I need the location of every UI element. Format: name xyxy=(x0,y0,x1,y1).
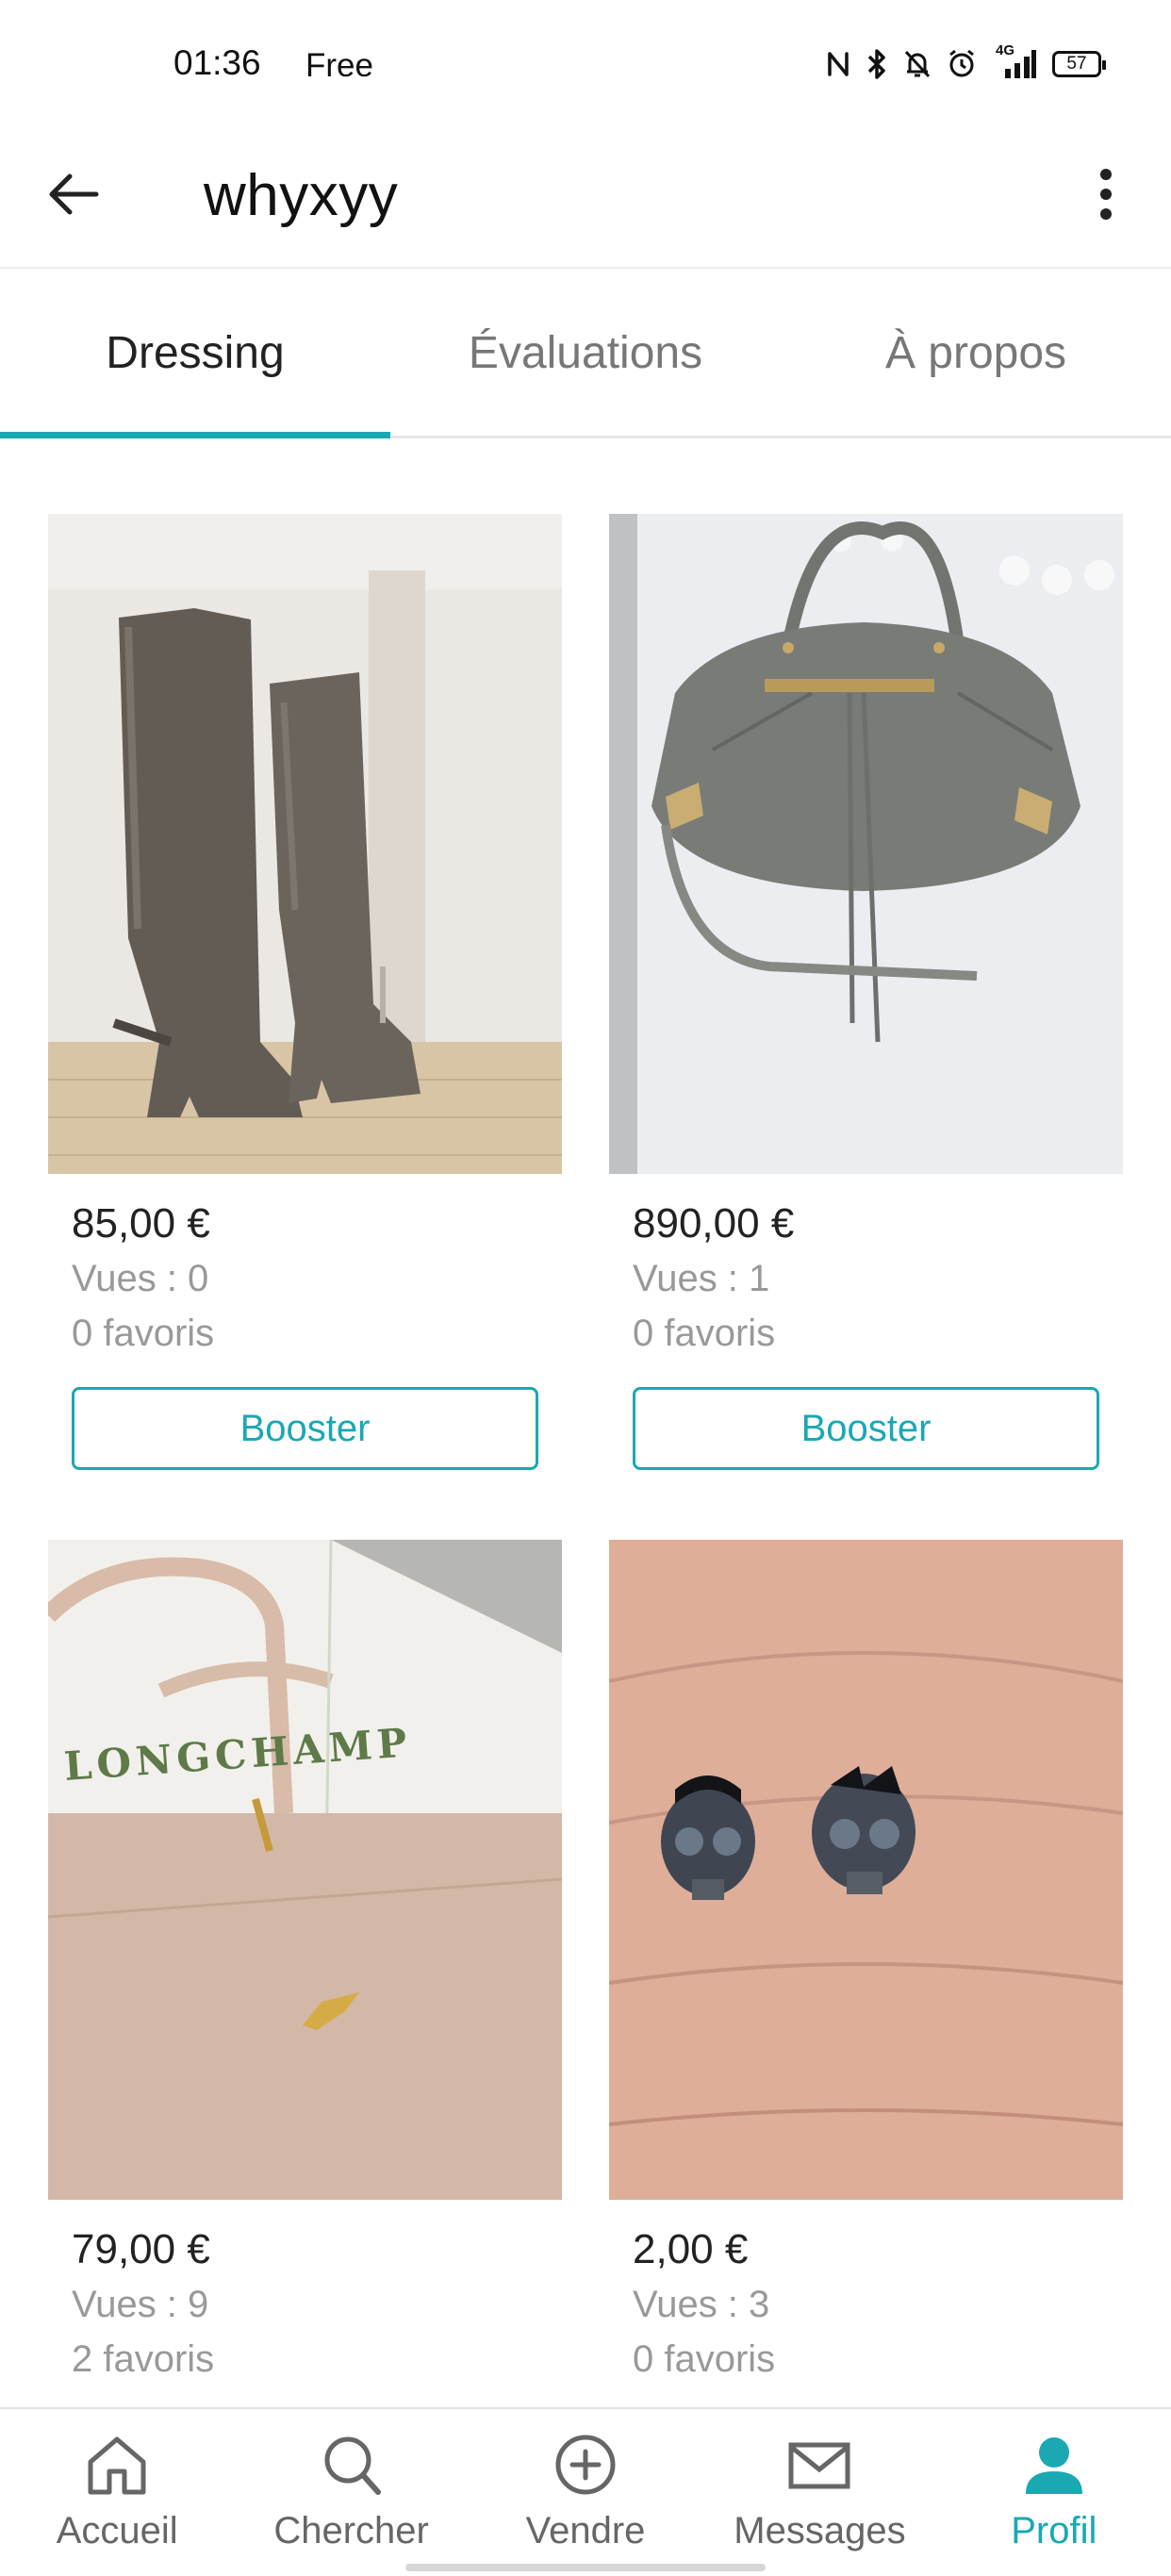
back-button[interactable] xyxy=(36,158,111,234)
tab-dressing[interactable]: Dressing xyxy=(0,271,390,438)
more-vertical-icon xyxy=(1099,168,1113,225)
bottom-navigation: Accueil Chercher Vendre Messages Profil xyxy=(0,2407,1171,2576)
battery-level: 57 xyxy=(1066,54,1087,74)
plus-circle-icon xyxy=(552,2434,619,2501)
item-favorites: 2 favoris xyxy=(72,2338,215,2380)
page-title: whyxyy xyxy=(204,163,399,228)
alarm-icon xyxy=(947,49,977,79)
status-time: 01:36 xyxy=(173,43,261,82)
item-price: 79,00 € xyxy=(72,2226,210,2272)
item-grid: 85,00 € Vues : 0 0 favoris Booster 890,0… xyxy=(48,514,1123,2386)
home-indicator xyxy=(405,2564,766,2571)
bluetooth-icon xyxy=(866,48,888,80)
item-price: 85,00 € xyxy=(72,1200,210,1247)
item-favorites: 0 favoris xyxy=(633,2338,776,2380)
mail-icon xyxy=(785,2434,853,2501)
profile-icon xyxy=(1020,2434,1088,2501)
item-card[interactable]: 2,00 € Vues : 3 0 favoris xyxy=(609,1540,1123,2386)
nav-label: Chercher xyxy=(273,2510,429,2551)
item-card[interactable]: 85,00 € Vues : 0 0 favoris Booster xyxy=(48,514,562,1470)
arrow-left-icon xyxy=(47,173,100,221)
status-bar: 01:36 Free 4G 57 xyxy=(0,0,1171,132)
nfc-icon xyxy=(826,50,850,78)
app-bar: whyxyy xyxy=(0,132,1171,269)
nav-label: Vendre xyxy=(525,2510,646,2551)
item-photo-boots[interactable] xyxy=(48,514,562,1174)
item-card[interactable]: 890,00 € Vues : 1 0 favoris Booster xyxy=(609,514,1123,1470)
nav-item-accueil[interactable]: Accueil xyxy=(0,2409,234,2576)
nav-item-chercher[interactable]: Chercher xyxy=(234,2409,468,2576)
item-views: Vues : 1 xyxy=(633,1258,770,1299)
item-price: 2,00 € xyxy=(633,2226,749,2272)
battery-icon: 57 xyxy=(1052,51,1106,77)
nav-label: Messages xyxy=(734,2510,906,2551)
tab-a-propos[interactable]: À propos xyxy=(781,271,1171,436)
item-card[interactable]: LONGCHAMP 79,00 € Vues : 9 2 favoris xyxy=(48,1540,562,2386)
item-price: 890,00 € xyxy=(633,1200,795,1247)
more-options-button[interactable] xyxy=(1073,158,1139,234)
signal-icon: 4G xyxy=(992,42,1037,80)
item-favorites: 0 favoris xyxy=(72,1313,215,1354)
item-views: Vues : 9 xyxy=(72,2284,209,2325)
item-views: Vues : 3 xyxy=(633,2284,770,2325)
home-icon xyxy=(83,2434,151,2501)
status-icons: 4G 57 xyxy=(826,41,1106,87)
tab-evaluations[interactable]: Évaluations xyxy=(390,271,781,436)
booster-button[interactable]: Booster xyxy=(633,1387,1099,1470)
nav-item-profil[interactable]: Profil xyxy=(937,2409,1171,2576)
nav-label: Accueil xyxy=(56,2510,178,2551)
nav-label: Profil xyxy=(1011,2510,1097,2551)
item-photo-earrings[interactable] xyxy=(609,1540,1123,2200)
item-photo-bag[interactable] xyxy=(609,514,1123,1174)
nav-item-messages[interactable]: Messages xyxy=(702,2409,936,2576)
mute-bell-icon xyxy=(903,49,932,79)
search-icon xyxy=(318,2434,386,2501)
item-photo-clutch[interactable]: LONGCHAMP xyxy=(48,1540,562,2200)
booster-button[interactable]: Booster xyxy=(72,1387,538,1470)
status-carrier: Free xyxy=(305,47,373,84)
item-favorites: 0 favoris xyxy=(633,1313,776,1354)
nav-item-vendre[interactable]: Vendre xyxy=(469,2409,702,2576)
profile-tabs: Dressing Évaluations À propos xyxy=(0,271,1171,438)
item-views: Vues : 0 xyxy=(72,1258,209,1299)
network-type-label: 4G xyxy=(996,42,1015,58)
